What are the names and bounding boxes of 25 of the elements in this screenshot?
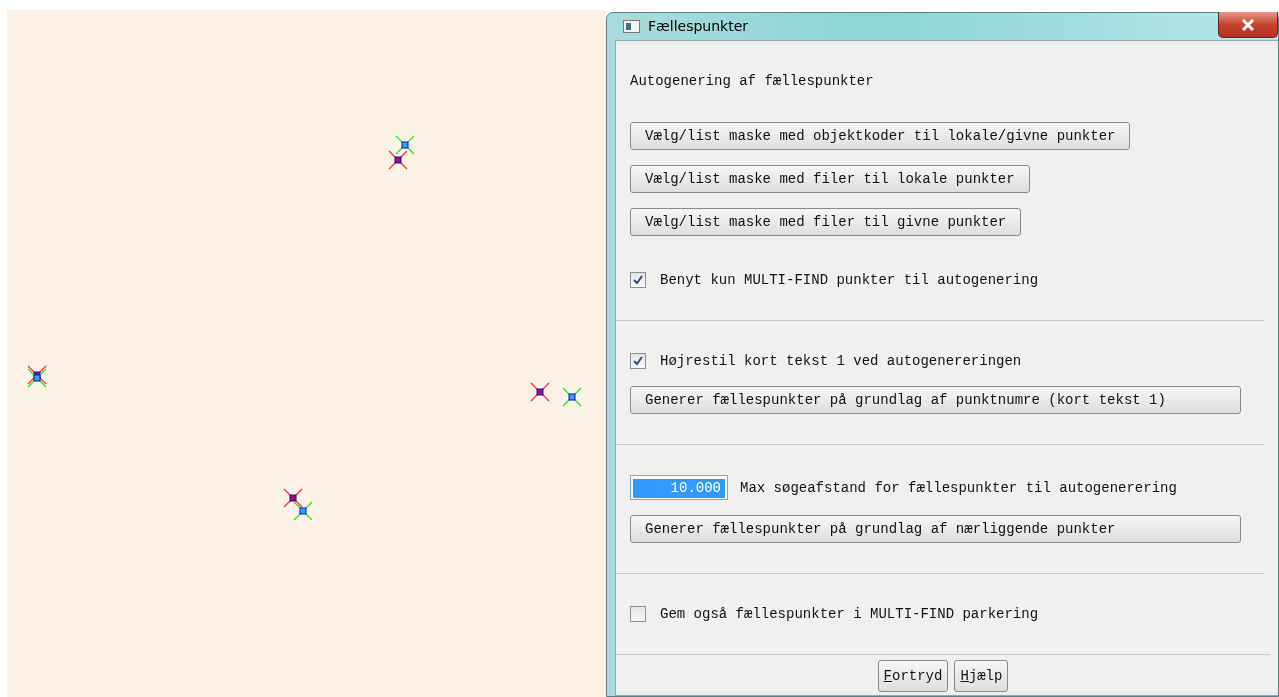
checkbox[interactable] — [630, 272, 646, 288]
action-button[interactable]: Vælg/list maske med filer til givne punkter — [630, 208, 1022, 236]
action-button[interactable]: Vælg/list maske med filer til lokale punkter — [630, 165, 1030, 193]
checkbox-label: Højrestil kort tekst 1 ved autogenereringen — [660, 352, 1022, 371]
action-button[interactable]: Generer fællespunkter på grundlag af punktnumre (kort tekst 1) — [630, 386, 1241, 414]
close-button[interactable] — [1218, 12, 1278, 38]
point-marker-icon — [530, 382, 550, 402]
checkbox-label: Benyt kun MULTI-FIND punkter til autogenering — [660, 271, 1039, 290]
checkbox[interactable] — [630, 353, 646, 369]
checkbox-label: Gem også fællespunkter i MULTI-FIND parkering — [660, 605, 1039, 624]
point-marker-icon — [388, 150, 408, 170]
point-marker-icon — [562, 387, 582, 407]
window-title: Fællespunkter — [648, 17, 749, 36]
close-icon — [1241, 18, 1255, 31]
window-icon — [623, 20, 640, 33]
point-marker-icon — [293, 501, 313, 521]
point-marker-icon — [395, 135, 415, 155]
field-label: Max søgeafstand for fællespunkter til autogenerering — [740, 478, 1177, 498]
point-marker-icon — [283, 488, 303, 508]
section-heading: Autogenering af fællespunkter — [630, 72, 874, 91]
action-button[interactable]: Generer fællespunkter på grundlag af nærliggende punkter — [630, 515, 1241, 543]
action-button[interactable]: Vælg/list maske med objektkoder til lokale/givne punkter — [630, 122, 1131, 150]
dialog-button[interactable]: Fortryd — [877, 660, 949, 692]
dialog-button[interactable]: Hjælp — [954, 660, 1009, 692]
checkbox[interactable] — [630, 606, 646, 622]
